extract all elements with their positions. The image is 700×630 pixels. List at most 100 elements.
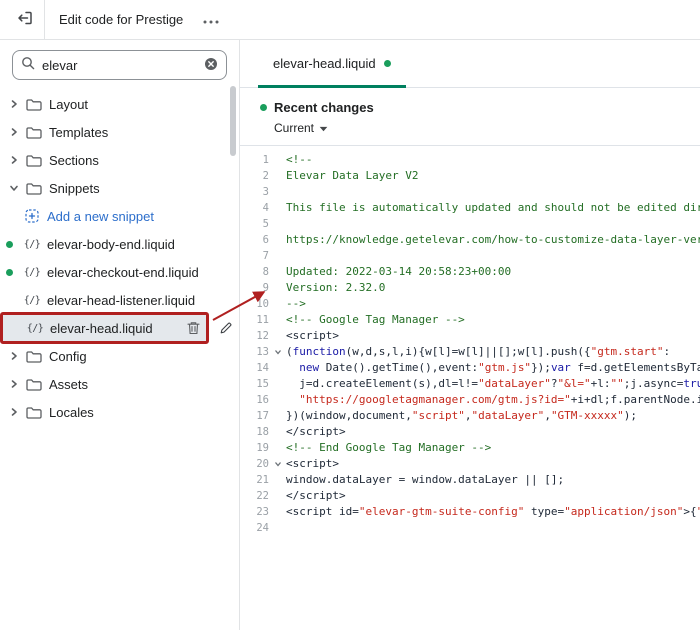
- code-line-15[interactable]: 15 j=d.createElement(s),dl=l!="dataLayer…: [240, 376, 700, 392]
- code-line-2[interactable]: 2 Elevar Data Layer V2: [240, 168, 700, 184]
- item-label: Assets: [49, 376, 89, 392]
- delete-file-icon[interactable]: [187, 321, 200, 335]
- chevron-right-icon[interactable]: [8, 99, 20, 109]
- code-text: <!-- End Google Tag Manager -->: [286, 441, 492, 454]
- code-line-19[interactable]: 19 <!-- End Google Tag Manager -->: [240, 440, 700, 456]
- item-label: Snippets: [49, 180, 100, 196]
- code-text: This file is automatically updated and s…: [286, 201, 700, 214]
- recent-changes-panel: Recent changes Current: [240, 88, 700, 146]
- more-actions-button[interactable]: [199, 6, 223, 33]
- sidebar-folder-layout[interactable]: Layout: [0, 90, 239, 118]
- code-line-8[interactable]: 8 Updated: 2022-03-14 20:58:23+00:00: [240, 264, 700, 280]
- code-text: https://knowledge.getelevar.com/how-to-c…: [286, 233, 700, 246]
- code-line-3[interactable]: 3: [240, 184, 700, 200]
- sidebar-file-elevar-head-liquid[interactable]: {/} elevar-head.liquid: [0, 312, 232, 344]
- line-number: 1: [262, 154, 269, 166]
- unsaved-changes-dot: [6, 240, 13, 248]
- horizontal-dots-icon: [203, 12, 219, 27]
- version-label: Current: [274, 121, 315, 135]
- search-input[interactable]: [42, 57, 197, 73]
- code-text: <!-- Google Tag Manager -->: [286, 313, 465, 326]
- sidebar-folder-locales[interactable]: Locales: [0, 398, 239, 426]
- search-wrapper: [0, 40, 239, 84]
- exit-icon: [17, 10, 33, 29]
- clear-search-button[interactable]: [204, 57, 218, 74]
- item-label: elevar-body-end.liquid: [47, 236, 175, 252]
- chevron-right-icon[interactable]: [8, 155, 20, 165]
- fold-chevron-icon[interactable]: [272, 456, 284, 472]
- code-line-16[interactable]: 16 "https://googletagmanager.com/gtm.js?…: [240, 392, 700, 408]
- code-line-1[interactable]: 1 <!--: [240, 152, 700, 168]
- code-line-20[interactable]: 20 <script>: [240, 456, 700, 472]
- code-text: (function(w,d,s,l,i){w[l]=w[l]||[];w[l].…: [286, 345, 671, 358]
- sidebar: Layout Templates Sections Snippets Add a new…: [0, 40, 240, 630]
- line-number: 23: [256, 506, 269, 518]
- code-line-9[interactable]: 9 Version: 2.32.0: [240, 280, 700, 296]
- code-line-7[interactable]: 7: [240, 248, 700, 264]
- sidebar-folder-assets[interactable]: Assets: [0, 370, 239, 398]
- code-line-24[interactable]: 24: [240, 520, 700, 536]
- code-lines[interactable]: 1 <!-- 2 Elevar Data Layer V2 3 4 This file is…: [240, 146, 700, 630]
- line-number: 14: [256, 362, 269, 374]
- recent-changes-header: Recent changes: [260, 100, 700, 115]
- line-number: 6: [262, 234, 269, 246]
- code-line-5[interactable]: 5: [240, 216, 700, 232]
- sidebar-folder-snippets[interactable]: Snippets: [0, 174, 239, 202]
- folder-icon: [24, 154, 44, 167]
- chevron-right-icon[interactable]: [8, 379, 20, 389]
- code-text: </script>: [286, 489, 346, 502]
- liquid-file-icon: {/}: [26, 322, 44, 334]
- code-line-11[interactable]: 11 <!-- Google Tag Manager -->: [240, 312, 700, 328]
- code-line-23[interactable]: 23 <script id="elevar-gtm-suite-config" t…: [240, 504, 700, 520]
- search-input-wrapper[interactable]: [12, 50, 227, 80]
- code-text: <script id="elevar-gtm-suite-config" typ…: [286, 505, 700, 518]
- code-editor: elevar-head.liquid Recent changes Curren…: [240, 40, 700, 630]
- chevron-right-icon[interactable]: [8, 407, 20, 417]
- version-dropdown[interactable]: Current: [274, 121, 700, 135]
- code-line-22[interactable]: 22 </script>: [240, 488, 700, 504]
- sidebar-file-elevar-head-listener-liquid[interactable]: {/} elevar-head-listener.liquid: [0, 286, 239, 314]
- sidebar-folder-templates[interactable]: Templates: [0, 118, 239, 146]
- chevron-right-icon[interactable]: [8, 351, 20, 361]
- code-line-10[interactable]: 10 -->: [240, 296, 700, 312]
- tab-elevar-head-liquid[interactable]: elevar-head.liquid: [258, 42, 406, 88]
- recent-changes-title: Recent changes: [274, 100, 374, 115]
- exit-button[interactable]: [10, 5, 40, 35]
- code-line-17[interactable]: 17})(window,document,"script","dataLayer…: [240, 408, 700, 424]
- sidebar-file-elevar-body-end-liquid[interactable]: {/} elevar-body-end.liquid: [0, 230, 239, 258]
- code-line-21[interactable]: 21 window.dataLayer = window.dataLayer ||…: [240, 472, 700, 488]
- chevron-down-icon[interactable]: [8, 183, 20, 193]
- item-label: Add a new snippet: [47, 208, 154, 224]
- edit-pencil-icon[interactable]: [219, 321, 233, 335]
- folder-icon: [24, 378, 44, 391]
- chevron-right-icon[interactable]: [8, 127, 20, 137]
- page-title: Edit code for Prestige: [59, 12, 184, 27]
- line-number: 19: [256, 442, 269, 454]
- code-line-18[interactable]: 18 </script>: [240, 424, 700, 440]
- code-line-14[interactable]: 14 new Date().getTime(),event:"gtm.js"})…: [240, 360, 700, 376]
- code-text: Elevar Data Layer V2: [286, 169, 419, 182]
- fold-chevron-icon[interactable]: [272, 344, 284, 360]
- sidebar-action-add-a-new-snippet[interactable]: Add a new snippet: [0, 202, 239, 230]
- code-line-6[interactable]: 6 https://knowledge.getelevar.com/how-to-…: [240, 232, 700, 248]
- code-line-13[interactable]: 13 (function(w,d,s,l,i){w[l]=w[l]||[];w[l…: [240, 344, 700, 360]
- sidebar-file-elevar-checkout-end-liquid[interactable]: {/} elevar-checkout-end.liquid: [0, 258, 239, 286]
- line-number: 13: [256, 346, 269, 358]
- code-line-12[interactable]: 12 <script>: [240, 328, 700, 344]
- sidebar-folder-sections[interactable]: Sections: [0, 146, 239, 174]
- code-line-4[interactable]: 4 This file is automatically updated and …: [240, 200, 700, 216]
- sidebar-folder-config[interactable]: Config: [0, 342, 239, 370]
- sidebar-scrollbar-thumb[interactable]: [230, 86, 236, 156]
